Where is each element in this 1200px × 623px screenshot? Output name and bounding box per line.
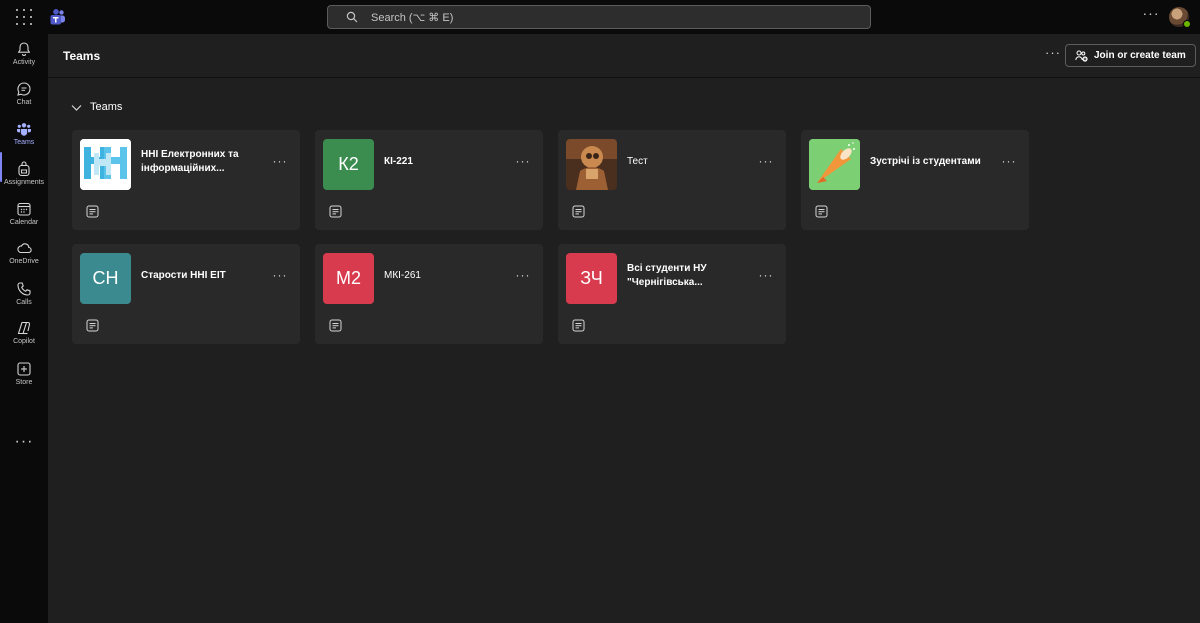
- team-avatar: [809, 139, 860, 190]
- cloud-icon: [17, 243, 32, 254]
- more-apps-icon[interactable]: ···: [0, 434, 48, 454]
- posts-icon[interactable]: [329, 205, 342, 218]
- team-card[interactable]: Тест ···: [558, 130, 786, 230]
- posts-icon[interactable]: [572, 205, 585, 218]
- rail-item-assignments[interactable]: Assignments: [0, 161, 48, 197]
- team-name: Зустрічі із студентами: [870, 156, 981, 167]
- join-or-create-team-button[interactable]: Join or create team: [1065, 44, 1196, 67]
- team-card[interactable]: К2 КІ-221 ···: [315, 130, 543, 230]
- posts-icon[interactable]: [86, 319, 99, 332]
- team-avatar: [80, 139, 131, 190]
- team-card[interactable]: М2 МКІ-261 ···: [315, 244, 543, 344]
- app-launcher-icon[interactable]: [13, 7, 35, 27]
- rail-label-chat: Chat: [16, 99, 32, 106]
- team-avatar: ЗЧ: [566, 253, 617, 304]
- copilot-icon: [17, 321, 31, 335]
- team-more-icon[interactable]: ···: [758, 155, 774, 168]
- team-card[interactable]: ЗЧ Всі студенти НУ "Чернігівська... ···: [558, 244, 786, 344]
- backpack-icon: [18, 161, 30, 177]
- team-more-icon[interactable]: ···: [515, 269, 531, 282]
- team-initials: СН: [92, 268, 119, 288]
- add-people-icon: [1075, 50, 1088, 62]
- megaphone-icon: [809, 139, 860, 190]
- rail-item-store[interactable]: Store: [0, 361, 48, 397]
- search-placeholder: Search (⌥ ⌘ E): [371, 12, 454, 24]
- posts-icon[interactable]: [815, 205, 828, 218]
- app-rail: Activity Chat Teams Assignments Calendar…: [0, 34, 48, 623]
- team-avatar: К2: [323, 139, 374, 190]
- search-input[interactable]: Search (⌥ ⌘ E): [327, 5, 871, 29]
- header-more-icon[interactable]: ···: [1044, 46, 1062, 63]
- calendar-icon: [17, 202, 31, 216]
- rail-label-calls: Calls: [16, 299, 32, 306]
- rail-item-teams[interactable]: Teams: [0, 121, 48, 157]
- rail-label-teams: Teams: [13, 139, 35, 146]
- rail-item-onedrive[interactable]: OneDrive: [0, 240, 48, 276]
- posts-icon[interactable]: [572, 319, 585, 332]
- team-card[interactable]: СН Старости ННІ ЕІТ ···: [72, 244, 300, 344]
- rail-item-calendar[interactable]: Calendar: [0, 201, 48, 237]
- team-avatar: М2: [323, 253, 374, 304]
- team-initials: М2: [335, 268, 361, 288]
- search-icon: [346, 11, 358, 23]
- rail-label-onedrive: OneDrive: [9, 258, 39, 265]
- team-card[interactable]: ННІ Електронних та інформаційних... ···: [72, 130, 300, 230]
- team-avatar: СН: [80, 253, 131, 304]
- team-photo-image: [566, 139, 617, 190]
- top-bar: Search (⌥ ⌘ E) ···: [0, 0, 1200, 34]
- team-name: Тест: [627, 156, 648, 167]
- rail-item-activity[interactable]: Activity: [0, 41, 48, 77]
- page-title: Teams: [63, 49, 101, 63]
- teams-icon: [17, 123, 31, 136]
- team-initials: К2: [338, 154, 359, 174]
- institute-logo-icon: [80, 139, 131, 190]
- posts-icon[interactable]: [86, 205, 99, 218]
- team-name: Старости ННІ ЕІТ: [141, 270, 226, 281]
- rail-item-chat[interactable]: Chat: [0, 81, 48, 117]
- rail-item-copilot[interactable]: Copilot: [0, 320, 48, 356]
- rail-label-calendar: Calendar: [9, 219, 39, 226]
- team-name: ННІ Електронних та інформаційних...: [141, 149, 239, 174]
- rail-item-calls[interactable]: Calls: [0, 281, 48, 317]
- settings-more-icon[interactable]: ···: [1142, 6, 1160, 23]
- chat-icon: [17, 82, 31, 96]
- team-more-icon[interactable]: ···: [1001, 155, 1017, 168]
- plus-square-icon: [17, 362, 31, 376]
- rail-label-assignments: Assignments: [3, 179, 45, 186]
- page-header: Teams ··· Join or create team: [48, 34, 1200, 78]
- presence-available-icon: [1183, 20, 1191, 28]
- team-name: КІ-221: [384, 156, 413, 167]
- rail-label-store: Store: [15, 379, 33, 386]
- chevron-down-icon: [71, 105, 82, 111]
- team-more-icon[interactable]: ···: [515, 155, 531, 168]
- bell-icon: [17, 42, 31, 56]
- phone-icon: [17, 282, 31, 296]
- team-initials: ЗЧ: [580, 268, 603, 288]
- rail-label-copilot: Copilot: [13, 338, 35, 345]
- rail-label-activity: Activity: [12, 59, 36, 66]
- team-more-icon[interactable]: ···: [758, 269, 774, 282]
- team-more-icon[interactable]: ···: [272, 269, 288, 282]
- team-avatar: [566, 139, 617, 190]
- join-or-create-team-label: Join or create team: [1094, 50, 1186, 61]
- teams-logo-icon: [50, 9, 65, 25]
- team-name: Всі студенти НУ "Чернігівська...: [627, 263, 707, 288]
- team-name: МКІ-261: [384, 270, 421, 281]
- team-more-icon[interactable]: ···: [272, 155, 288, 168]
- posts-icon[interactable]: [329, 319, 342, 332]
- section-label: Teams: [90, 101, 123, 113]
- team-card[interactable]: Зустрічі із студентами ···: [801, 130, 1029, 230]
